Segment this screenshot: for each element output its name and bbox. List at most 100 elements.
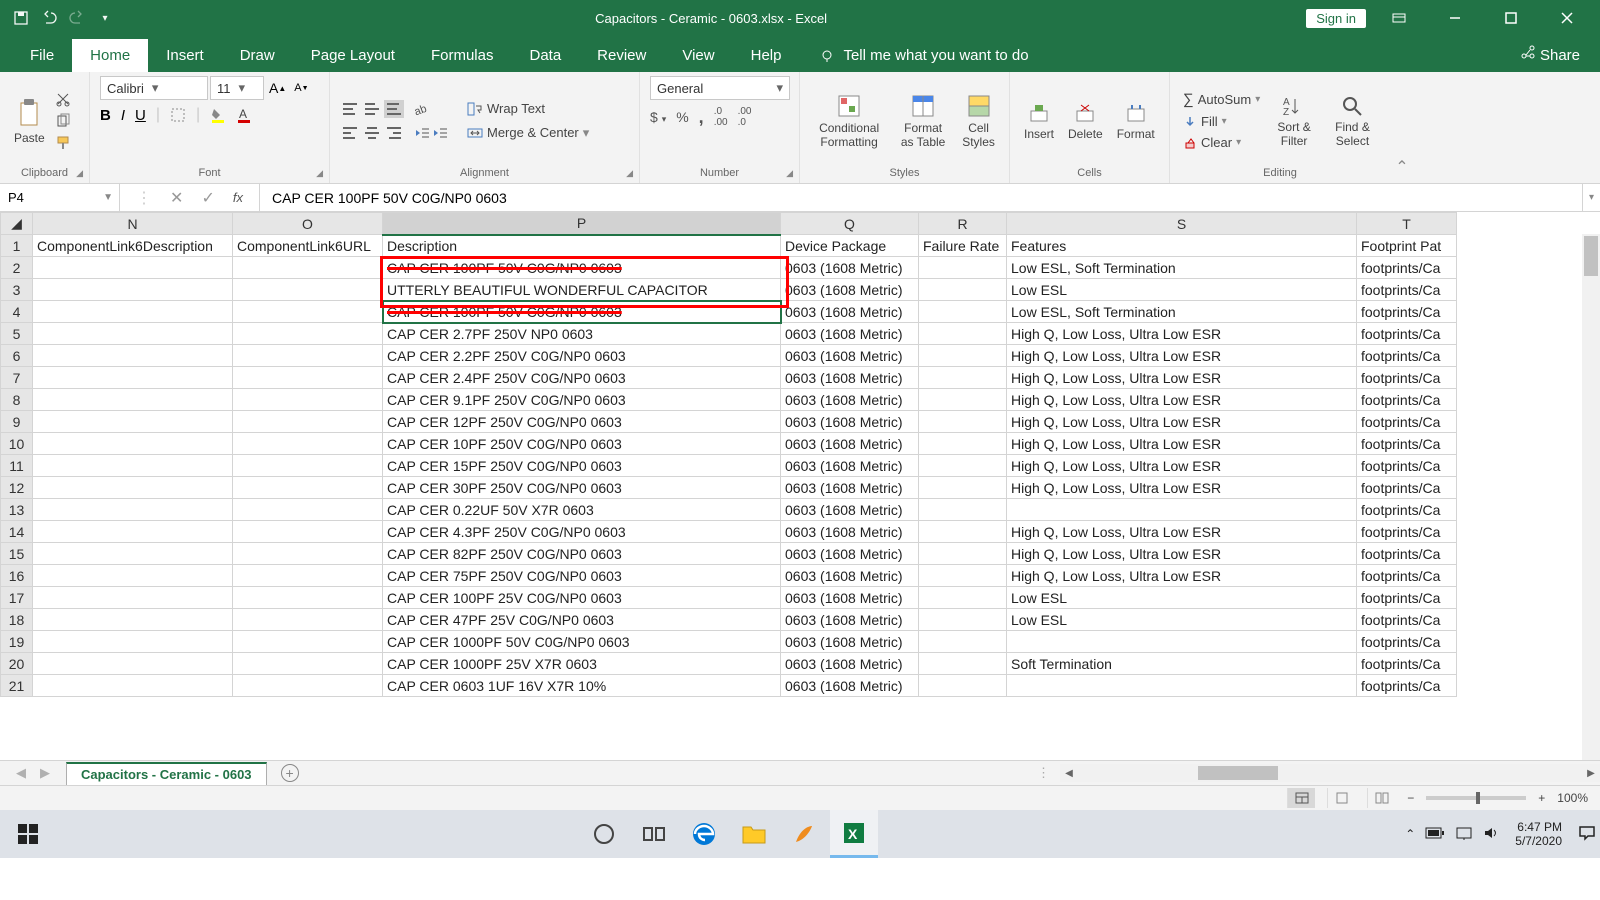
font-size-select[interactable]: 11▾ [210, 76, 264, 100]
edge-browser-icon[interactable] [680, 810, 728, 858]
insert-cells-button[interactable]: Insert [1020, 99, 1058, 143]
cell[interactable]: CAP CER 2.7PF 250V NP0 0603 [383, 323, 781, 345]
zoom-out-button[interactable]: − [1407, 791, 1414, 805]
row-header[interactable]: 5 [1, 323, 33, 345]
cell[interactable] [33, 433, 233, 455]
cell[interactable]: Low ESL [1007, 609, 1357, 631]
cell[interactable] [33, 587, 233, 609]
share-button[interactable]: Share [1500, 36, 1600, 72]
cortana-icon[interactable] [580, 810, 628, 858]
col-header-Q[interactable]: Q [781, 213, 919, 235]
cell-styles-button[interactable]: Cell Styles [958, 90, 999, 150]
select-all-corner[interactable]: ◢ [1, 213, 33, 235]
cell[interactable] [233, 521, 383, 543]
cell[interactable] [919, 279, 1007, 301]
comma-format-icon[interactable]: , [699, 107, 704, 128]
cell[interactable]: footprints/Ca [1357, 301, 1457, 323]
cell[interactable]: footprints/Ca [1357, 477, 1457, 499]
cell[interactable]: 0603 (1608 Metric) [781, 433, 919, 455]
name-box[interactable]: P4▼ [0, 184, 120, 211]
zoom-level[interactable]: 100% [1557, 791, 1588, 805]
cell[interactable]: ComponentLink6URL [233, 235, 383, 257]
tab-data[interactable]: Data [511, 39, 579, 72]
cell[interactable]: footprints/Ca [1357, 323, 1457, 345]
cell[interactable] [33, 543, 233, 565]
decrease-decimal-icon[interactable]: .00.0 [738, 106, 752, 128]
add-sheet-button[interactable]: + [281, 764, 299, 782]
cell[interactable]: High Q, Low Loss, Ultra Low ESR [1007, 389, 1357, 411]
format-cells-button[interactable]: Format [1113, 99, 1159, 143]
align-bottom-icon[interactable] [384, 100, 404, 118]
tab-formulas[interactable]: Formulas [413, 39, 512, 72]
cell[interactable] [233, 477, 383, 499]
row-header[interactable]: 19 [1, 631, 33, 653]
cell[interactable] [33, 389, 233, 411]
italic-button[interactable]: I [121, 107, 125, 124]
underline-button[interactable]: U [135, 107, 146, 124]
cell[interactable]: CAP CER 1000PF 50V C0G/NP0 0603 [383, 631, 781, 653]
cell[interactable] [919, 345, 1007, 367]
alignment-launcher-icon[interactable]: ◢ [626, 168, 633, 179]
sheet-nav-prev-icon[interactable]: ◀ [16, 765, 26, 781]
cell[interactable] [919, 367, 1007, 389]
cell[interactable] [33, 279, 233, 301]
redo-icon[interactable] [68, 9, 86, 27]
align-center-icon[interactable] [362, 124, 382, 142]
cell[interactable] [919, 653, 1007, 675]
cell[interactable]: 0603 (1608 Metric) [781, 411, 919, 433]
cell[interactable] [919, 301, 1007, 323]
cell[interactable]: 0603 (1608 Metric) [781, 323, 919, 345]
cell[interactable]: 0603 (1608 Metric) [781, 631, 919, 653]
borders-icon[interactable] [170, 107, 186, 123]
row-header[interactable]: 20 [1, 653, 33, 675]
row-header[interactable]: 16 [1, 565, 33, 587]
col-header-R[interactable]: R [919, 213, 1007, 235]
cell[interactable]: High Q, Low Loss, Ultra Low ESR [1007, 477, 1357, 499]
save-icon[interactable] [12, 9, 30, 27]
cell[interactable] [919, 565, 1007, 587]
cell[interactable] [33, 521, 233, 543]
sheet-tab-active[interactable]: Capacitors - Ceramic - 0603 [66, 762, 267, 785]
ribbon-options-icon[interactable] [1376, 0, 1422, 36]
merge-center-button[interactable]: Merge & Center ▾ [464, 124, 592, 142]
row-header[interactable]: 3 [1, 279, 33, 301]
cell[interactable] [1007, 631, 1357, 653]
cell[interactable] [919, 543, 1007, 565]
cell[interactable]: Soft Termination [1007, 653, 1357, 675]
cell[interactable]: 0603 (1608 Metric) [781, 675, 919, 697]
align-middle-icon[interactable] [362, 100, 382, 118]
tab-page-layout[interactable]: Page Layout [293, 39, 413, 72]
cell[interactable]: 0603 (1608 Metric) [781, 499, 919, 521]
bold-button[interactable]: B [100, 107, 111, 124]
cell[interactable]: CAP CER 82PF 250V C0G/NP0 0603 [383, 543, 781, 565]
col-header-P[interactable]: P [383, 213, 781, 235]
network-icon[interactable] [1455, 826, 1473, 843]
cell[interactable] [919, 609, 1007, 631]
row-header[interactable]: 10 [1, 433, 33, 455]
cell[interactable]: CAP CER 2.2PF 250V C0G/NP0 0603 [383, 345, 781, 367]
cell[interactable] [233, 367, 383, 389]
row-header[interactable]: 1 [1, 235, 33, 257]
clear-button[interactable]: Clear ▾ [1180, 134, 1263, 151]
cell[interactable] [233, 609, 383, 631]
cell[interactable] [233, 301, 383, 323]
cell[interactable]: 0603 (1608 Metric) [781, 521, 919, 543]
number-format-select[interactable]: General▾ [650, 76, 790, 100]
cancel-formula-icon[interactable]: ✕ [170, 188, 183, 208]
shrink-font-icon[interactable]: A▼ [291, 82, 311, 94]
clipboard-launcher-icon[interactable]: ◢ [76, 168, 83, 179]
cell[interactable] [233, 257, 383, 279]
cell[interactable]: UTTERLY BEAUTIFUL WONDERFUL CAPACITOR [383, 279, 781, 301]
increase-indent-icon[interactable] [432, 126, 448, 140]
sheet-nav-next-icon[interactable]: ▶ [40, 765, 50, 781]
cell[interactable]: CAP CER 100PF 25V C0G/NP0 0603 [383, 587, 781, 609]
cell[interactable] [233, 675, 383, 697]
cell[interactable] [233, 499, 383, 521]
row-header[interactable]: 12 [1, 477, 33, 499]
cell[interactable]: footprints/Ca [1357, 455, 1457, 477]
cell[interactable]: 0603 (1608 Metric) [781, 279, 919, 301]
cell[interactable]: Description [383, 235, 781, 257]
cell[interactable]: High Q, Low Loss, Ultra Low ESR [1007, 345, 1357, 367]
delete-cells-button[interactable]: Delete [1064, 99, 1107, 143]
cell[interactable]: High Q, Low Loss, Ultra Low ESR [1007, 433, 1357, 455]
